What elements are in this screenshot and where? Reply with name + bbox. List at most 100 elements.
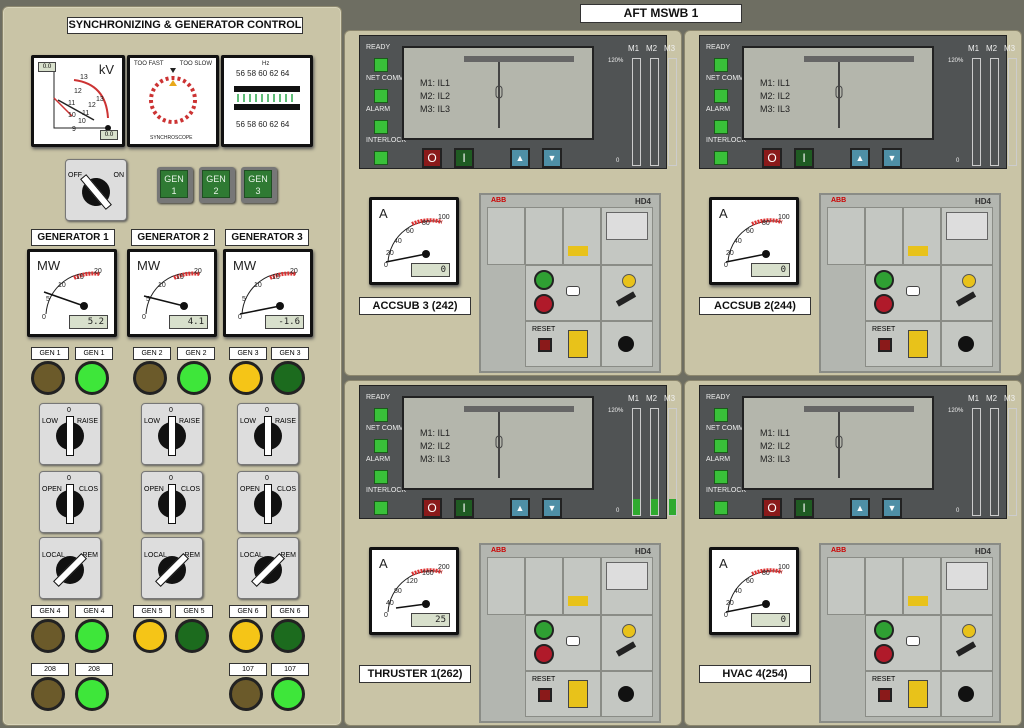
relay-led-alarm	[374, 470, 388, 484]
switch-left-label: LOW	[42, 418, 58, 425]
reset-button[interactable]	[878, 688, 892, 702]
meter-col-label: M1	[968, 44, 980, 53]
amp-tick: 0	[724, 262, 728, 269]
relay-down-button[interactable]: ▼	[542, 148, 562, 168]
breaker-close-button[interactable]	[874, 620, 894, 640]
amp-tick: 60	[406, 228, 414, 235]
relay-led-alarm	[714, 470, 728, 484]
relay-on-button[interactable]: I	[454, 148, 474, 168]
relay-off-button[interactable]: O	[422, 498, 442, 518]
kv-readout-bottom: 0.0	[100, 130, 118, 140]
sync-on-off-switch[interactable]: OFF ON	[65, 159, 127, 221]
racking-handle-icon[interactable]	[618, 336, 634, 352]
gen3-open-close-switch[interactable]: OPEN 0 CLOS	[237, 471, 299, 533]
switch-center-label: 0	[265, 407, 269, 414]
gen-select-button-2[interactable]: GEN 2	[199, 167, 235, 203]
meter-col-label: M1	[968, 394, 980, 403]
breaker-cell	[563, 207, 601, 265]
gen2-open-close-switch[interactable]: OPEN 0 CLOS	[141, 471, 203, 533]
relay-up-button[interactable]: ▲	[510, 148, 530, 168]
switch-center-label: 0	[265, 475, 269, 482]
breaker-open-button[interactable]	[534, 294, 554, 314]
sync-switch-knob[interactable]	[76, 172, 116, 212]
breaker-cell	[903, 207, 941, 265]
relay-label-ready: READY	[706, 44, 731, 51]
warning-icon	[568, 680, 588, 708]
switch-knob[interactable]	[56, 484, 84, 524]
mw-tick: 10	[158, 282, 166, 289]
kv-tick: 12	[74, 88, 82, 95]
sync-generator-panel: SYNCHRONIZING & GENERATOR CONTROL kV 13 …	[2, 6, 342, 726]
lamp-label: GEN 2	[133, 347, 171, 360]
gen2-low-raise-switch[interactable]: LOW 0 RAISE	[141, 403, 203, 465]
feeder-current-meter: A 0 20 40 60 80 100 0	[369, 197, 459, 285]
lamp-gen6-a: GEN 6	[229, 605, 269, 653]
breaker-cell	[601, 207, 653, 265]
reset-button[interactable]	[538, 338, 552, 352]
current-bar-fill	[633, 499, 640, 515]
breaker-control-cell	[525, 615, 601, 671]
breaker-open-button[interactable]	[874, 644, 894, 664]
relay-up-button[interactable]: ▲	[850, 148, 870, 168]
lamp-label: 208	[31, 663, 69, 676]
gen2-local-remote-switch[interactable]: LOCAL REM	[141, 537, 203, 599]
relay-off-button[interactable]: O	[762, 148, 782, 168]
current-bar-m3	[668, 58, 677, 166]
circuit-breaker: ABB HD4 RESET	[819, 543, 1001, 723]
gen-select-button-1[interactable]: GEN 1	[157, 167, 193, 203]
gen1-low-raise-switch[interactable]: LOW 0 RAISE	[39, 403, 101, 465]
circuit-breaker: ABB HD4 RESET	[479, 543, 661, 723]
gen-select-button-3[interactable]: GEN 3	[241, 167, 277, 203]
relay-on-button[interactable]: I	[454, 498, 474, 518]
breaker-open-button[interactable]	[534, 644, 554, 664]
racking-handle-icon[interactable]	[618, 686, 634, 702]
breaker-close-button[interactable]	[874, 270, 894, 290]
racking-handle-icon[interactable]	[958, 686, 974, 702]
nameplate	[946, 212, 988, 240]
relay-down-button[interactable]: ▼	[542, 498, 562, 518]
reset-button[interactable]	[538, 688, 552, 702]
lamp-107-b: 107	[271, 663, 311, 711]
relay-off-button[interactable]: O	[422, 148, 442, 168]
lamp-label: GEN 4	[31, 605, 69, 618]
relay-down-button[interactable]: ▼	[882, 498, 902, 518]
relay-up-button[interactable]: ▲	[510, 498, 530, 518]
reset-label: RESET	[872, 326, 896, 333]
mw-tick: 15	[272, 274, 280, 281]
current-bar-fill	[651, 499, 658, 515]
switch-knob[interactable]	[254, 416, 282, 456]
amp-tick: 0	[724, 612, 728, 619]
switch-right-label: RAISE	[178, 418, 200, 425]
lcd-line: M3: IL3	[420, 104, 451, 114]
gen3-local-remote-switch[interactable]: LOCAL REM	[237, 537, 299, 599]
generator-3-title: GENERATOR 3	[225, 229, 309, 246]
switch-knob[interactable]	[254, 484, 282, 524]
racking-handle-icon[interactable]	[958, 336, 974, 352]
kv-tick: 12	[88, 102, 96, 109]
switch-knob[interactable]	[158, 484, 186, 524]
warning-icon	[908, 680, 928, 708]
breaker-reset-cell: RESET	[865, 671, 941, 717]
lcd-line: M1: IL1	[760, 428, 791, 438]
relay-on-button[interactable]: I	[794, 498, 814, 518]
breaker-close-button[interactable]	[534, 270, 554, 290]
breaker-open-button[interactable]	[874, 294, 894, 314]
lamp-gen3-a: GEN 3	[229, 347, 269, 395]
switch-knob[interactable]	[56, 416, 84, 456]
mw-tick: 10	[58, 282, 66, 289]
gen1-open-close-switch[interactable]: OPEN 0 CLOS	[39, 471, 101, 533]
breaker-cell	[525, 557, 563, 615]
switch-knob[interactable]	[158, 416, 186, 456]
breaker-close-button[interactable]	[534, 620, 554, 640]
gen3-low-raise-switch[interactable]: LOW 0 RAISE	[237, 403, 299, 465]
relay-off-button[interactable]: O	[762, 498, 782, 518]
gen1-local-remote-switch[interactable]: LOCAL REM	[39, 537, 101, 599]
feeder-current-readout: 0	[411, 263, 450, 277]
relay-label-ready: READY	[366, 394, 391, 401]
reset-button[interactable]	[878, 338, 892, 352]
mw-tick: 20	[290, 268, 298, 275]
relay-down-button[interactable]: ▼	[882, 148, 902, 168]
relay-up-button[interactable]: ▲	[850, 498, 870, 518]
relay-on-button[interactable]: I	[794, 148, 814, 168]
nameplate	[606, 562, 648, 590]
